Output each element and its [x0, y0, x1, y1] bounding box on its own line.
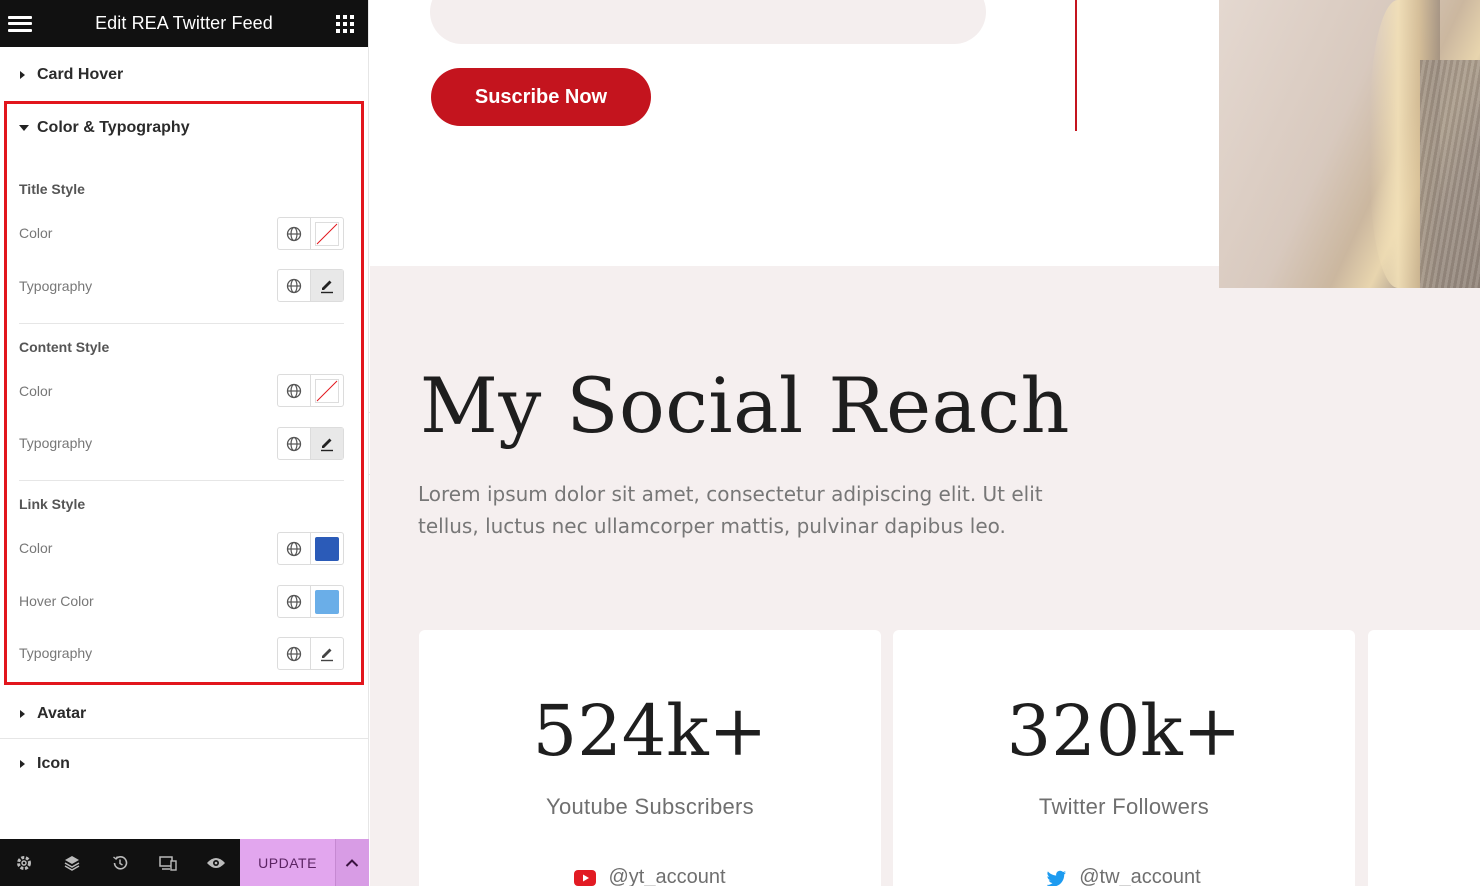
eye-icon[interactable]: [192, 839, 240, 886]
title-typography-control: [277, 269, 344, 302]
layers-icon[interactable]: [48, 839, 96, 886]
globe-icon[interactable]: [278, 428, 311, 459]
section-icon[interactable]: Icon: [0, 739, 369, 789]
chevron-up-icon[interactable]: [334, 839, 369, 886]
link-style-heading: Link Style: [19, 496, 86, 512]
link-hover-color-swatch[interactable]: [311, 586, 343, 617]
link-hover-color-control: [277, 585, 344, 618]
photo-sweater-shape: [1420, 60, 1480, 288]
profile-photo: [1219, 0, 1480, 288]
globe-icon[interactable]: [278, 218, 311, 249]
gear-icon[interactable]: [0, 839, 48, 886]
globe-icon[interactable]: [278, 638, 311, 669]
color-swatch: [315, 536, 339, 561]
link-color-swatch[interactable]: [311, 533, 343, 564]
stat-card-partial: [1368, 630, 1480, 886]
widgets-grid-icon[interactable]: [335, 14, 354, 33]
title-style-heading: Title Style: [19, 181, 85, 197]
content-typography-label: Typography: [19, 435, 93, 451]
section-color-typography: Color & Typography Title Style Color Typ…: [4, 101, 364, 685]
stat-account-link[interactable]: @yt_account: [419, 866, 881, 886]
globe-icon[interactable]: [278, 375, 311, 406]
panel-footer: UPDATE: [0, 839, 369, 886]
stat-account-link[interactable]: @tw_account: [893, 866, 1355, 886]
title-color-label: Color: [19, 225, 53, 241]
stat-account-handle: @yt_account: [608, 866, 726, 886]
color-picker-empty-icon[interactable]: [311, 375, 343, 406]
caret-right-icon: [20, 71, 25, 79]
link-typography-control: [277, 637, 344, 670]
divider: [19, 480, 344, 481]
link-color-label: Color: [19, 540, 53, 556]
email-input[interactable]: [430, 0, 986, 44]
section-card-hover[interactable]: Card Hover: [0, 47, 368, 103]
section-label: Color & Typography: [37, 119, 190, 136]
update-button[interactable]: UPDATE: [240, 839, 335, 886]
youtube-icon: [574, 869, 597, 886]
stat-account-handle: @tw_account: [1079, 866, 1201, 886]
stat-label: Youtube Subscribers: [546, 794, 754, 819]
history-icon[interactable]: [96, 839, 144, 886]
section-color-typography-header[interactable]: Color & Typography: [19, 119, 190, 137]
color-picker-empty-icon[interactable]: [311, 218, 343, 249]
divider: [19, 323, 344, 324]
stat-number: 524k+: [532, 690, 768, 772]
section-avatar[interactable]: Avatar: [0, 689, 369, 739]
reach-description: Lorem ipsum dolor sit amet, consectetur …: [418, 482, 1043, 538]
title-typography-label: Typography: [19, 278, 93, 294]
panel-title: Edit REA Twitter Feed: [95, 13, 273, 33]
page-preview: Suscribe Now My Social Reach Lorem ipsum…: [370, 0, 1480, 886]
decorative-line: [1075, 0, 1077, 131]
content-color-control: [277, 374, 344, 407]
stat-card-twitter: 320k+ Twitter Followers @tw_account: [893, 630, 1355, 886]
title-color-control: [277, 217, 344, 250]
color-swatch: [315, 589, 339, 614]
section-label: Icon: [37, 755, 70, 772]
link-typography-label: Typography: [19, 645, 93, 661]
pencil-edit-icon[interactable]: [311, 638, 343, 669]
stat-number: 320k+: [1006, 690, 1242, 772]
subscribe-button[interactable]: Suscribe Now: [431, 68, 651, 126]
caret-right-icon: [20, 709, 25, 718]
section-label: Avatar: [37, 704, 87, 722]
stat-label: Twitter Followers: [1038, 794, 1210, 819]
pencil-edit-icon[interactable]: [311, 428, 343, 459]
social-reach-section: My Social Reach Lorem ipsum dolor sit am…: [370, 266, 1480, 886]
editor-panel: Edit REA Twitter Feed Card Hover Color &…: [0, 0, 369, 886]
link-color-control: [277, 532, 344, 565]
reach-title: My Social Reach: [420, 361, 1070, 450]
caret-down-icon: [19, 125, 29, 131]
caret-right-icon: [20, 760, 25, 768]
twitter-icon: [1047, 870, 1067, 886]
pencil-edit-icon[interactable]: [311, 270, 343, 301]
lower-sections: Avatar Icon: [0, 689, 369, 789]
globe-icon[interactable]: [278, 533, 311, 564]
globe-icon[interactable]: [278, 270, 311, 301]
stat-card-youtube: 524k+ Youtube Subscribers @yt_account: [419, 630, 881, 886]
content-color-label: Color: [19, 383, 53, 399]
content-typography-control: [277, 427, 344, 460]
hamburger-menu-icon[interactable]: [8, 15, 32, 33]
link-hover-color-label: Hover Color: [19, 593, 94, 609]
panel-header: Edit REA Twitter Feed: [0, 0, 368, 47]
section-label: Card Hover: [37, 66, 124, 83]
responsive-icon[interactable]: [144, 839, 192, 886]
content-style-heading: Content Style: [19, 339, 110, 355]
globe-icon[interactable]: [278, 586, 311, 617]
